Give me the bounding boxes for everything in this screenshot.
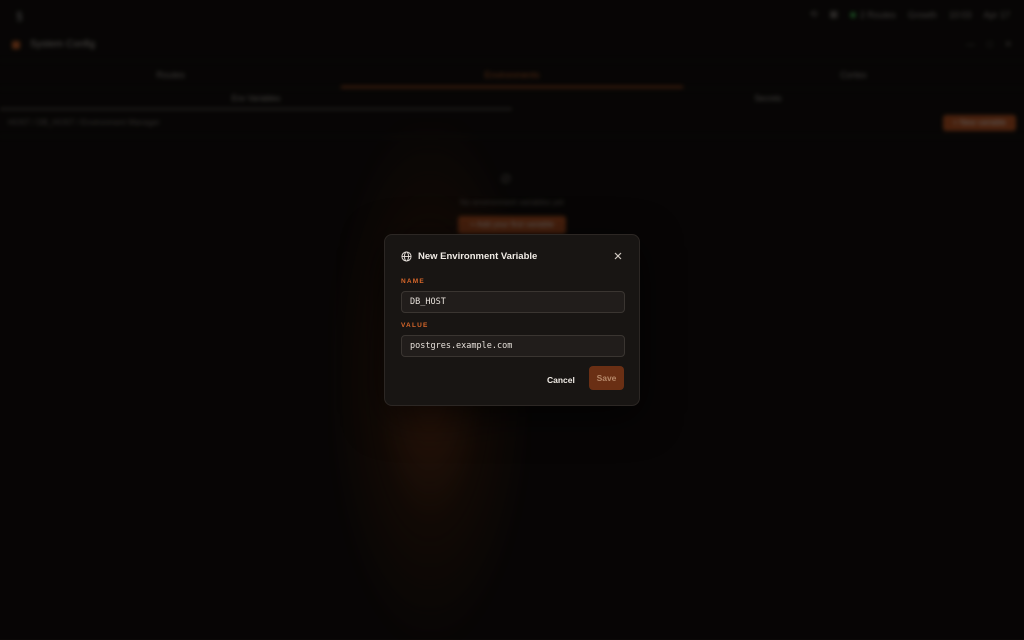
- save-button[interactable]: Save: [589, 366, 624, 390]
- value-label: VALUE: [401, 322, 429, 329]
- dialog-header: New Environment Variable: [401, 251, 537, 262]
- name-label: NAME: [401, 278, 425, 285]
- globe-icon: [401, 251, 412, 262]
- close-dialog-button[interactable]: [611, 249, 625, 263]
- name-input[interactable]: [401, 291, 625, 313]
- dialog-title: New Environment Variable: [418, 251, 538, 262]
- new-env-variable-dialog: New Environment Variable NAME VALUE Canc…: [384, 234, 640, 406]
- close-icon: [614, 252, 622, 260]
- value-input[interactable]: [401, 335, 625, 357]
- cancel-button[interactable]: Cancel: [541, 369, 581, 391]
